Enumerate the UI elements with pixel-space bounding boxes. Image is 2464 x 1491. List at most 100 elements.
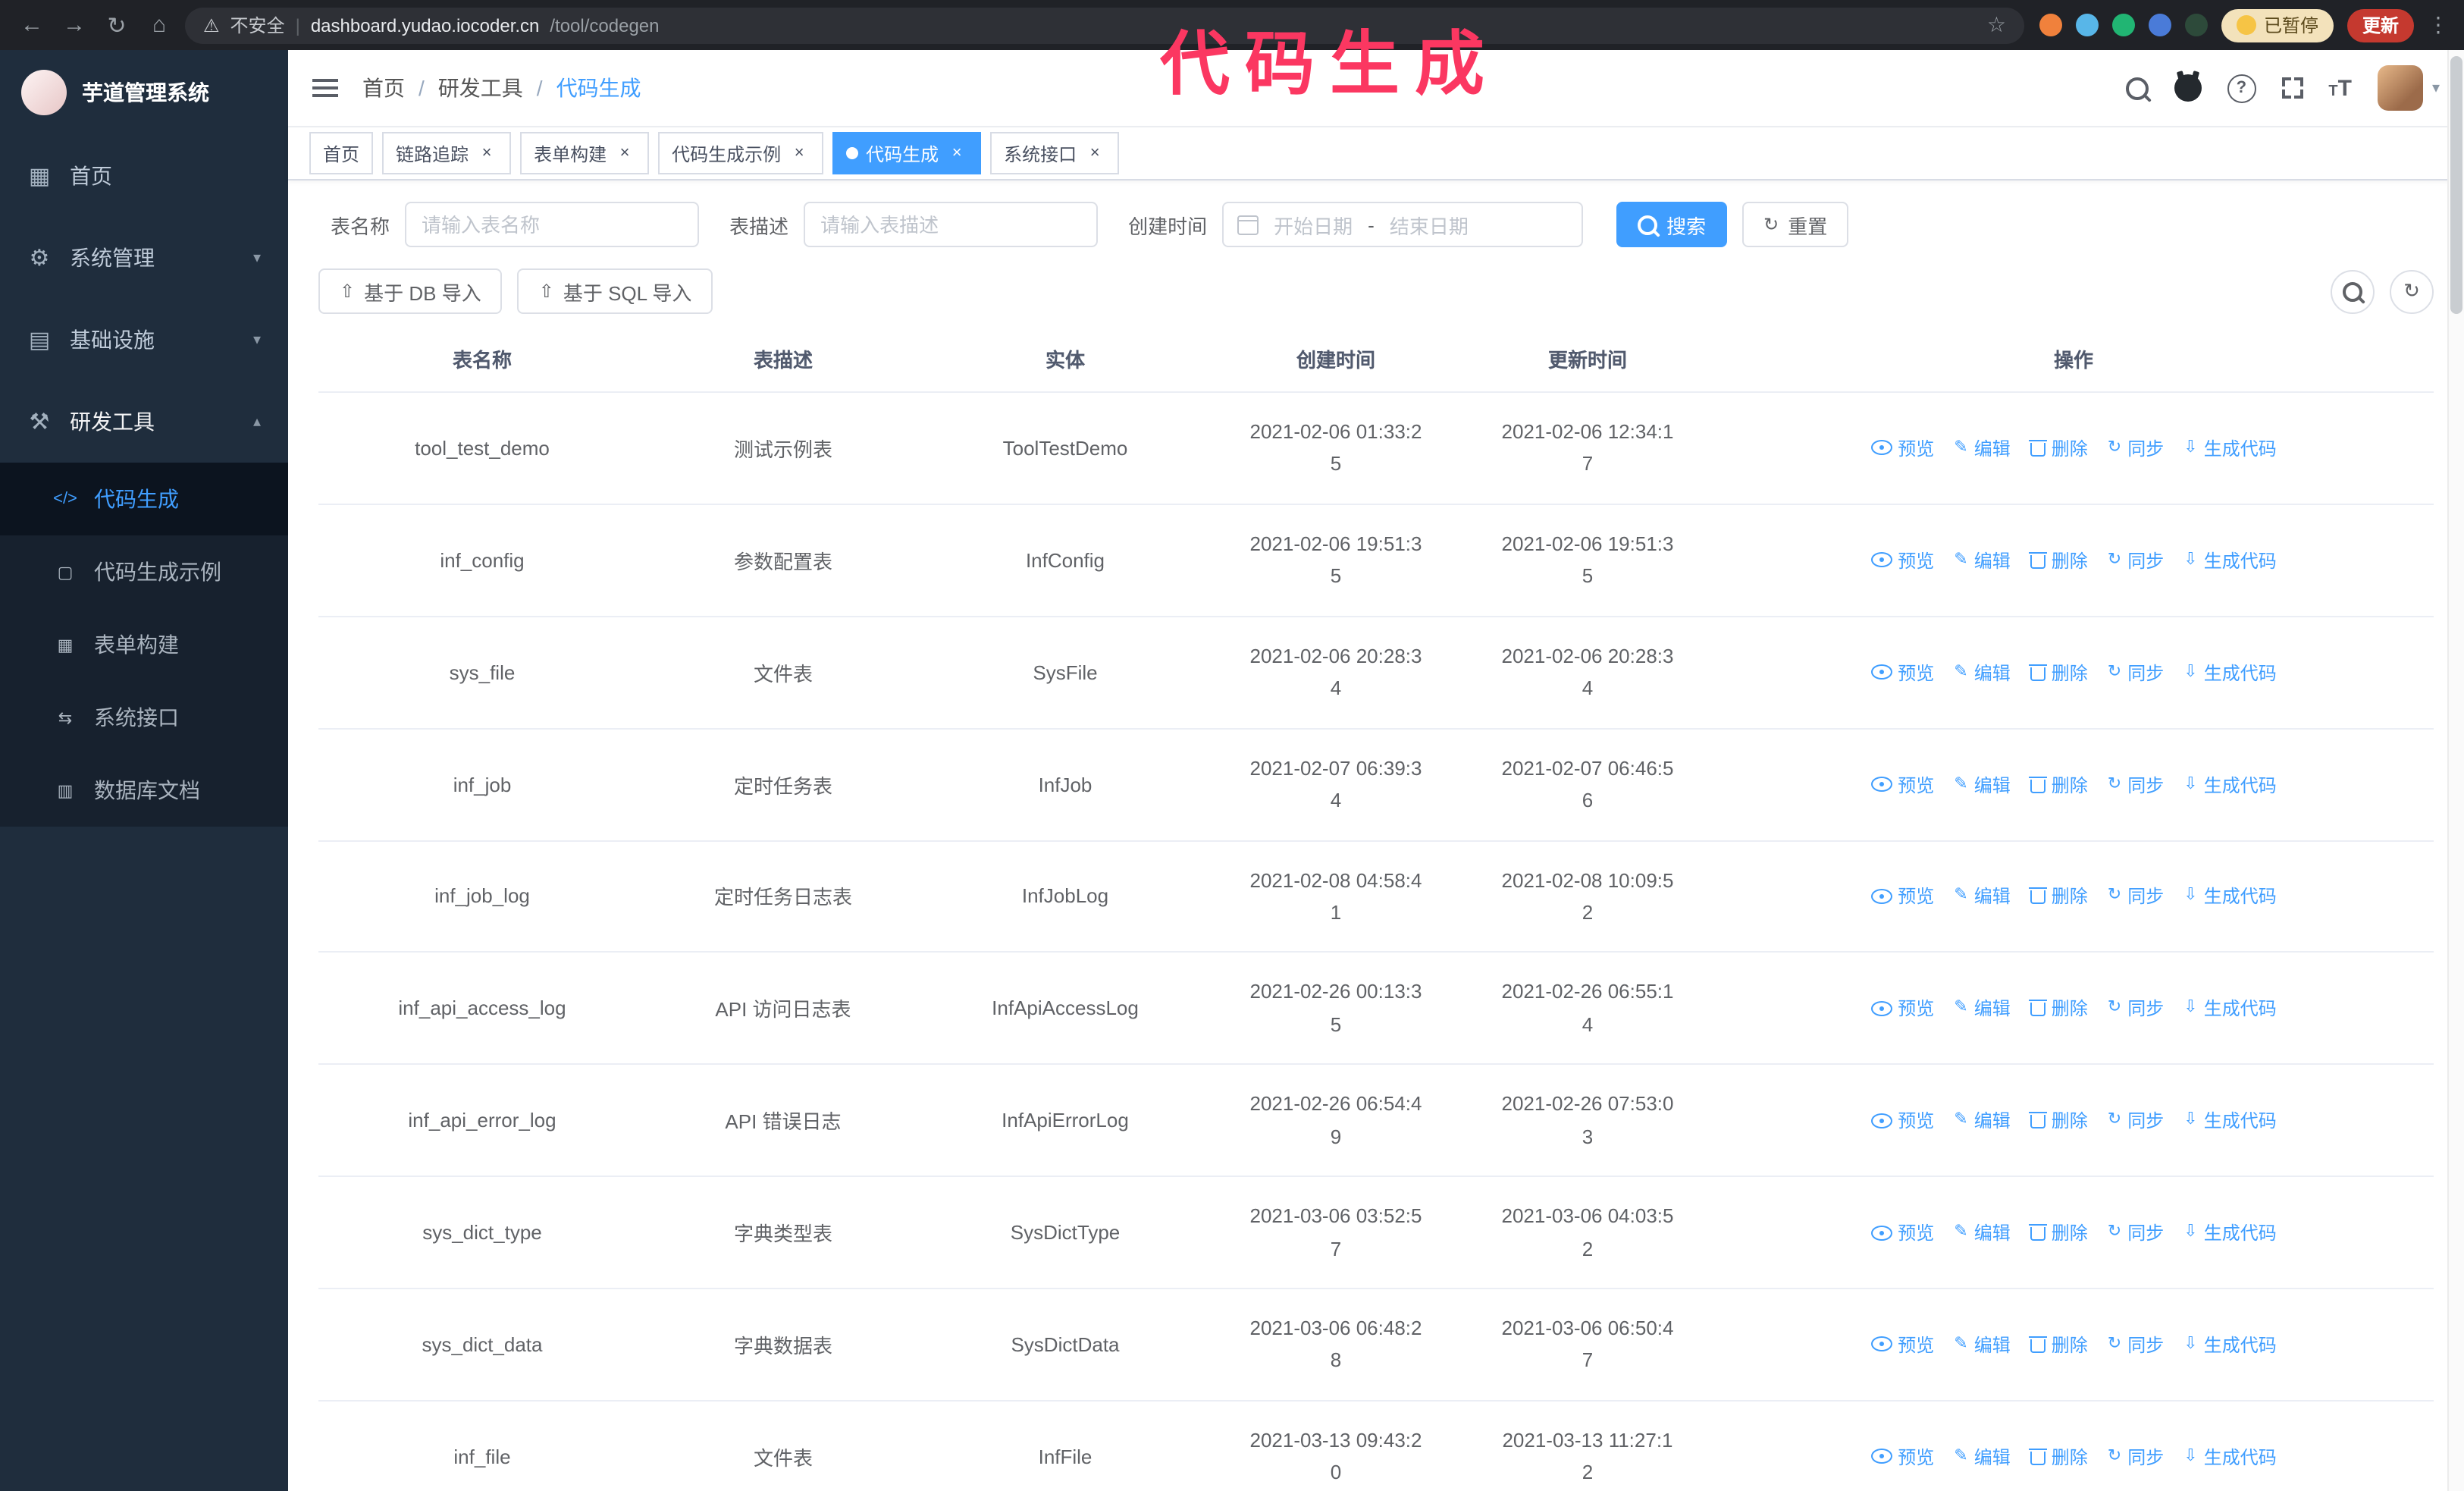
preview-link[interactable]: 预览 (1870, 996, 1934, 1022)
preview-link[interactable]: 预览 (1870, 884, 1934, 909)
user-menu[interactable]: ▾ (2377, 65, 2440, 111)
browser-forward-icon[interactable]: → (58, 12, 91, 38)
extension-icon[interactable] (2184, 14, 2208, 36)
generate-code-link[interactable]: ⇩ 生成代码 (2183, 1219, 2276, 1245)
preview-link[interactable]: 预览 (1870, 548, 1934, 573)
generate-code-link[interactable]: ⇩ 生成代码 (2183, 1444, 2276, 1470)
sync-link[interactable]: ↻ 同步 (2108, 1332, 2164, 1358)
sync-link[interactable]: ↻ 同步 (2108, 659, 2164, 685)
edit-link[interactable]: ✎ 编辑 (1954, 996, 2010, 1022)
close-icon[interactable]: × (476, 143, 497, 164)
generate-code-link[interactable]: ⇩ 生成代码 (2183, 884, 2276, 909)
browser-reload-icon[interactable]: ↻ (100, 11, 133, 39)
generate-code-link[interactable]: ⇩ 生成代码 (2183, 659, 2276, 685)
search-icon[interactable] (2125, 77, 2149, 99)
delete-link[interactable]: 删除 (2028, 548, 2088, 573)
github-icon[interactable] (2174, 74, 2202, 102)
preview-link[interactable]: 预览 (1870, 659, 1934, 685)
close-icon[interactable]: × (1084, 143, 1105, 164)
sidebar-item-codegen[interactable]: </> 代码生成 (0, 463, 288, 535)
date-range-picker[interactable]: 开始日期 - 结束日期 (1222, 202, 1584, 247)
sync-link[interactable]: ↻ 同步 (2108, 1107, 2164, 1133)
sync-link[interactable]: ↻ 同步 (2108, 771, 2164, 797)
edit-link[interactable]: ✎ 编辑 (1954, 1332, 2010, 1358)
edit-link[interactable]: ✎ 编辑 (1954, 435, 2010, 461)
sync-link[interactable]: ↻ 同步 (2108, 1444, 2164, 1470)
table-name-input[interactable] (405, 202, 700, 247)
sidebar-item-form-builder[interactable]: ▦ 表单构建 (0, 608, 288, 681)
sidebar-item-dev-tools[interactable]: ⚒ 研发工具 ▴ (0, 381, 288, 463)
font-size-icon[interactable]: TT (2328, 75, 2352, 101)
table-desc-input[interactable] (804, 202, 1099, 247)
tab-codegen-example[interactable]: 代码生成示例 × (658, 132, 824, 174)
extension-icon[interactable] (2075, 14, 2099, 36)
delete-link[interactable]: 删除 (2028, 1444, 2088, 1470)
edit-link[interactable]: ✎ 编辑 (1954, 1107, 2010, 1133)
extension-icon[interactable] (2039, 14, 2062, 36)
delete-link[interactable]: 删除 (2028, 771, 2088, 797)
breadcrumb-home[interactable]: 首页 (362, 73, 405, 103)
toggle-search-button[interactable] (2331, 269, 2375, 313)
edit-link[interactable]: ✎ 编辑 (1954, 1444, 2010, 1470)
import-sql-button[interactable]: ⇧ 基于 SQL 导入 (517, 268, 713, 314)
tab-codegen[interactable]: 代码生成 × (832, 132, 982, 174)
tab-tracing[interactable]: 链路追踪 × (382, 132, 512, 174)
reset-button[interactable]: ↻ 重置 (1742, 202, 1849, 247)
preview-link[interactable]: 预览 (1870, 1332, 1934, 1358)
browser-menu-icon[interactable]: ⋮ (2428, 12, 2449, 38)
breadcrumb-dev-tools[interactable]: 研发工具 (438, 73, 523, 103)
edit-link[interactable]: ✎ 编辑 (1954, 659, 2010, 685)
hamburger-icon[interactable] (312, 79, 338, 97)
bookmark-star-icon[interactable]: ☆ (1987, 12, 2006, 38)
extension-icon[interactable] (2148, 14, 2171, 36)
generate-code-link[interactable]: ⇩ 生成代码 (2183, 1107, 2276, 1133)
delete-link[interactable]: 删除 (2028, 435, 2088, 461)
refresh-table-button[interactable]: ↻ (2390, 269, 2434, 313)
help-icon[interactable]: ? (2227, 74, 2256, 102)
sync-link[interactable]: ↻ 同步 (2108, 435, 2164, 461)
sync-link[interactable]: ↻ 同步 (2108, 548, 2164, 573)
tab-home[interactable]: 首页 (309, 132, 374, 174)
delete-link[interactable]: 删除 (2028, 1107, 2088, 1133)
sync-link[interactable]: ↻ 同步 (2108, 996, 2164, 1022)
delete-link[interactable]: 删除 (2028, 659, 2088, 685)
browser-home-icon[interactable]: ⌂ (143, 12, 176, 38)
close-icon[interactable]: × (946, 143, 967, 164)
import-db-button[interactable]: ⇧ 基于 DB 导入 (318, 268, 503, 314)
sidebar-item-db-doc[interactable]: ▥ 数据库文档 (0, 754, 288, 827)
generate-code-link[interactable]: ⇩ 生成代码 (2183, 771, 2276, 797)
delete-link[interactable]: 删除 (2028, 1219, 2088, 1245)
address-bar[interactable]: ⚠ 不安全 | dashboard.yudao.iocoder.cn/tool/… (185, 7, 2024, 43)
close-icon[interactable]: × (788, 143, 810, 164)
sidebar-item-infra[interactable]: ▤ 基础设施 ▾ (0, 299, 288, 381)
close-icon[interactable]: × (614, 143, 635, 164)
sync-link[interactable]: ↻ 同步 (2108, 884, 2164, 909)
generate-code-link[interactable]: ⇩ 生成代码 (2183, 435, 2276, 461)
sidebar-item-system[interactable]: ⚙ 系统管理 ▾ (0, 217, 288, 299)
generate-code-link[interactable]: ⇩ 生成代码 (2183, 1332, 2276, 1358)
app-logo[interactable]: 芋道管理系统 (0, 50, 288, 135)
generate-code-link[interactable]: ⇩ 生成代码 (2183, 548, 2276, 573)
sync-link[interactable]: ↻ 同步 (2108, 1219, 2164, 1245)
edit-link[interactable]: ✎ 编辑 (1954, 548, 2010, 573)
sidebar-item-codegen-example[interactable]: ▢ 代码生成示例 (0, 535, 288, 608)
extension-icon[interactable] (2111, 14, 2135, 36)
preview-link[interactable]: 预览 (1870, 1444, 1934, 1470)
browser-back-icon[interactable]: ← (15, 12, 49, 38)
edit-link[interactable]: ✎ 编辑 (1954, 884, 2010, 909)
scrollbar-thumb[interactable] (2450, 56, 2462, 314)
preview-link[interactable]: 预览 (1870, 1107, 1934, 1133)
search-button[interactable]: 搜索 (1616, 202, 1728, 247)
sidebar-item-system-api[interactable]: ⇆ 系统接口 (0, 681, 288, 754)
browser-update-button[interactable]: 更新 (2346, 8, 2414, 42)
edit-link[interactable]: ✎ 编辑 (1954, 1219, 2010, 1245)
sync-paused-chip[interactable]: 已暂停 (2221, 8, 2334, 42)
tab-system-api[interactable]: 系统接口 × (990, 132, 1120, 174)
edit-link[interactable]: ✎ 编辑 (1954, 771, 2010, 797)
preview-link[interactable]: 预览 (1870, 435, 1934, 461)
delete-link[interactable]: 删除 (2028, 1332, 2088, 1358)
sidebar-item-home[interactable]: ▦ 首页 (0, 135, 288, 217)
tab-form-builder[interactable]: 表单构建 × (520, 132, 650, 174)
preview-link[interactable]: 预览 (1870, 1219, 1934, 1245)
delete-link[interactable]: 删除 (2028, 996, 2088, 1022)
